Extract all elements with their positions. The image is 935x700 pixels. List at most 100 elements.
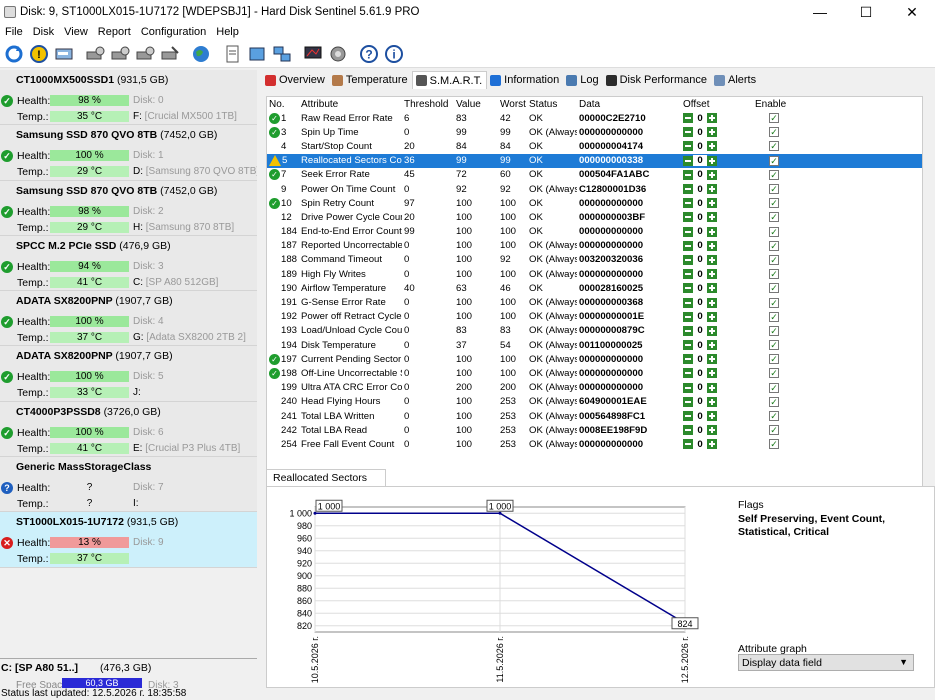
plus-icon[interactable] (707, 226, 717, 237)
plus-icon[interactable] (707, 113, 717, 124)
plus-icon[interactable] (707, 411, 717, 421)
minus-icon[interactable] (683, 127, 693, 138)
send-report-icon[interactable] (245, 43, 268, 65)
minus-icon[interactable] (683, 254, 693, 265)
enable-checkbox[interactable]: ✓ (769, 411, 779, 421)
smart-row[interactable]: 190 Airflow Temperature 40 63 46 OK 0000281600… (267, 281, 922, 295)
enable-checkbox[interactable]: ✓ (769, 141, 779, 152)
tab-alerts[interactable]: Alerts (711, 71, 760, 89)
smart-row[interactable]: 193 Load/Unload Cycle Count 0 83 83 OK (Alway… (267, 324, 922, 338)
help-icon[interactable]: ? (357, 43, 380, 65)
col-value[interactable]: Value (454, 97, 498, 111)
disk-info-icon[interactable] (52, 43, 75, 65)
menu-configuration[interactable]: Configuration (138, 26, 213, 38)
smart-row[interactable]: 199Ultra ATA CRC Error Count0200200OK (A… (267, 381, 922, 395)
enable-checkbox[interactable]: ✓ (769, 240, 779, 251)
minus-icon[interactable] (683, 411, 693, 421)
smart-row[interactable]: 4 Start/Stop Count 20 84 84 OK 000000004174 0 ✓ (267, 139, 922, 153)
options-icon[interactable] (326, 43, 349, 65)
smart-row[interactable]: 189High Fly Writes0100100OK (Always ...0… (267, 267, 922, 281)
monitor-icon[interactable] (301, 43, 324, 65)
smart-row[interactable]: ✓ 1 Raw Read Error Rate 6 83 42 OK 00000C2E2710… (267, 111, 922, 125)
plus-icon[interactable] (707, 368, 717, 379)
smart-row[interactable]: 191G-Sense Error Rate 0 100 100 OK (Always .… (267, 295, 922, 309)
enable-checkbox[interactable]: ✓ (769, 382, 779, 393)
plus-icon[interactable] (707, 198, 717, 209)
alert-icon[interactable]: ! (27, 43, 50, 65)
minus-icon[interactable] (683, 184, 693, 194)
smart-row[interactable]: 5Reallocated Sectors Count369999OK000000… (267, 153, 922, 168)
enable-checkbox[interactable]: ✓ (769, 439, 779, 450)
col-offset[interactable]: Offset (681, 97, 753, 111)
enable-checkbox[interactable]: ✓ (769, 340, 779, 351)
col-worst[interactable]: Worst (498, 97, 527, 111)
col-threshold[interactable]: Threshold (402, 97, 454, 111)
tab-temperature[interactable]: Temperature (329, 71, 412, 89)
disk-item[interactable]: SPCC M.2 PCIe SSD (476,9 GB) ✓ Health: 94 %… (0, 235, 257, 292)
smart-row[interactable]: ✓ 7 Seek Error Rate 45 72 60 OK 000504FA1ABC 0 ✓ (267, 168, 922, 182)
graph-tab[interactable]: Reallocated Sectors Count (266, 469, 386, 496)
plus-icon[interactable] (707, 169, 717, 180)
tab-overview[interactable]: Overview (262, 71, 329, 89)
tab-s-m-a-r-t[interactable]: S.M.A.R.T. (411, 71, 488, 89)
smart-row[interactable]: ✓3Spin Up Time09999OK (Always ...0000000… (267, 125, 922, 139)
minus-icon[interactable] (683, 198, 693, 209)
tab-information[interactable]: Information (487, 71, 563, 89)
attribute-graph-select[interactable]: Display data field ▼ (738, 654, 914, 671)
smart-row[interactable]: 192Power off Retract Cycle Co...0100100O… (267, 310, 922, 324)
minus-icon[interactable] (683, 113, 693, 124)
minus-icon[interactable] (683, 297, 693, 308)
plus-icon[interactable] (707, 184, 717, 194)
plus-icon[interactable] (707, 340, 717, 351)
enable-checkbox[interactable]: ✓ (769, 169, 779, 180)
report-icon[interactable] (220, 43, 243, 65)
smart-row[interactable]: ✓ 10 Spin Retry Count 97 100 100 OK 00000000000… (267, 196, 922, 210)
smart-row[interactable]: 12 Drive Power Cycle Count 20 100 100 OK 00000… (267, 210, 922, 224)
minus-icon[interactable] (683, 311, 693, 322)
smart-row[interactable]: ✓197Current Pending Sector Co...0100100O… (267, 352, 922, 366)
disk-item[interactable]: CT4000P3PSSD8 (3726,0 GB) ✓ Health: 100 % Di… (0, 401, 257, 458)
globe-icon[interactable] (189, 43, 212, 65)
smart-row[interactable]: 241Total LBA Written 0 100 253 OK (Always ..… (267, 409, 922, 423)
erase-icon[interactable] (158, 43, 181, 65)
smart-row[interactable]: 194Disk Temperature03754OK (Always ...00… (267, 338, 922, 352)
plus-icon[interactable] (707, 425, 717, 436)
plus-icon[interactable] (707, 382, 717, 393)
minimize-button[interactable]: — (797, 0, 843, 24)
disk-item[interactable]: Generic MassStorageClass ? Health:? Disk: … (0, 457, 257, 513)
minus-icon[interactable] (683, 382, 693, 393)
minus-icon[interactable] (683, 340, 693, 351)
plus-icon[interactable] (707, 155, 717, 166)
menu-help[interactable]: Help (213, 26, 246, 38)
enable-checkbox[interactable]: ✓ (769, 155, 779, 166)
smart-row[interactable]: ✓198Off-Line Uncorrectable Sec...0100100… (267, 366, 922, 380)
minus-icon[interactable] (683, 155, 693, 166)
minus-icon[interactable] (683, 283, 693, 294)
plus-icon[interactable] (707, 212, 717, 223)
smart-row[interactable]: 187Reported Uncorrectable Er...0100100OK… (267, 239, 922, 253)
minus-icon[interactable] (683, 169, 693, 180)
minus-icon[interactable] (683, 240, 693, 251)
minus-icon[interactable] (683, 396, 693, 407)
disk-item[interactable]: ADATA SX8200PNP (1907,7 GB) ✓ Health: 100 %… (0, 346, 257, 402)
network-icon[interactable] (270, 43, 293, 65)
enable-checkbox[interactable]: ✓ (769, 254, 779, 265)
plus-icon[interactable] (707, 439, 717, 450)
col-enable[interactable]: Enable (753, 97, 797, 111)
maximize-button[interactable]: ☐ (843, 0, 889, 24)
enable-checkbox[interactable]: ✓ (769, 325, 779, 336)
enable-checkbox[interactable]: ✓ (769, 198, 779, 209)
plus-icon[interactable] (707, 354, 717, 365)
minus-icon[interactable] (683, 212, 693, 223)
disk-item[interactable]: Samsung SSD 870 QVO 8TB (7452,0 GB) ✓ Heal… (0, 125, 257, 181)
about-icon[interactable]: i (382, 43, 405, 65)
enable-checkbox[interactable]: ✓ (769, 226, 779, 237)
enable-checkbox[interactable]: ✓ (769, 113, 779, 124)
tab-log[interactable]: Log (563, 71, 602, 89)
plus-icon[interactable] (707, 311, 717, 322)
smart-row[interactable]: 184 End-to-End Error Count 99 100 100 OK 00000… (267, 225, 922, 239)
settings-icon[interactable] (83, 43, 106, 65)
col-status[interactable]: Status (527, 97, 577, 111)
plus-icon[interactable] (707, 325, 717, 336)
smart-row[interactable]: 242Total LBA Read0100253OK (Always ...00… (267, 423, 922, 437)
